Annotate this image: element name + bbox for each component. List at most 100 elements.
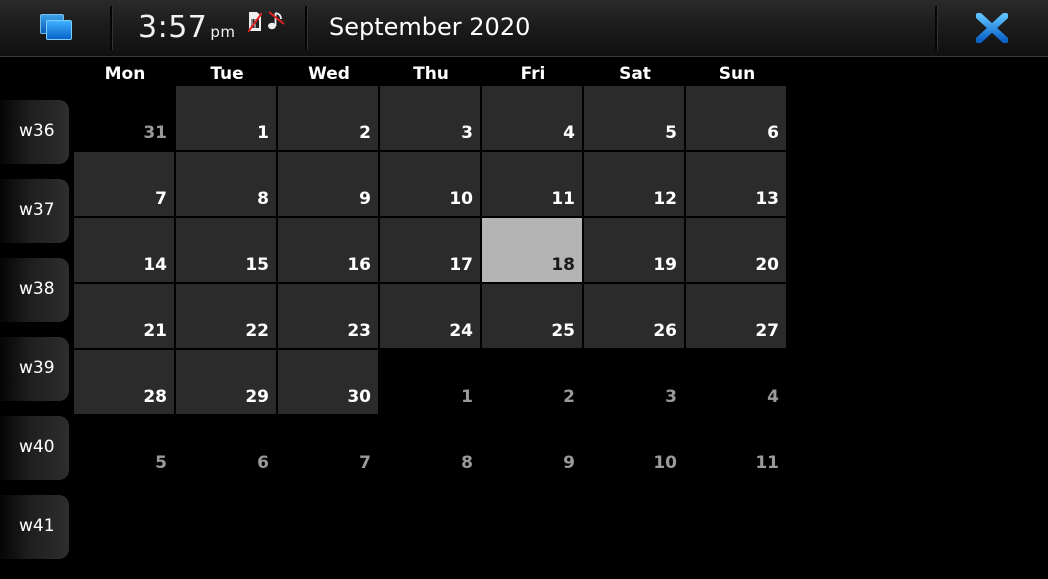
day-number: 6 — [767, 123, 779, 143]
day-number: 15 — [245, 255, 269, 275]
day-number: 10 — [653, 453, 677, 473]
day-cell[interactable]: 26 — [584, 284, 684, 348]
day-cell[interactable]: 5 — [584, 86, 684, 150]
week-button-w39[interactable]: w39 — [0, 337, 69, 401]
week-button-w40[interactable]: w40 — [0, 416, 69, 480]
day-cell[interactable]: 3 — [584, 350, 684, 414]
day-cell[interactable]: 11 — [482, 152, 582, 216]
close-button[interactable] — [966, 8, 1018, 48]
day-number: 31 — [143, 123, 167, 143]
week-button-w37[interactable]: w37 — [0, 179, 69, 243]
day-cell[interactable]: 5 — [74, 416, 174, 480]
day-number: 5 — [665, 123, 677, 143]
day-number: 8 — [461, 453, 473, 473]
day-cell[interactable]: 17 — [380, 218, 480, 282]
day-cell[interactable]: 3 — [380, 86, 480, 150]
divider — [305, 6, 308, 50]
day-number: 9 — [563, 453, 575, 473]
day-number: 1 — [257, 123, 269, 143]
day-cell[interactable]: 1 — [176, 86, 276, 150]
day-cell[interactable]: 15 — [176, 218, 276, 282]
day-cell[interactable]: 20 — [686, 218, 786, 282]
week-label: w41 — [19, 516, 55, 536]
day-cell[interactable]: 25 — [482, 284, 582, 348]
week-button-w38[interactable]: w38 — [0, 258, 69, 322]
day-number: 2 — [359, 123, 371, 143]
day-number: 18 — [551, 255, 575, 275]
day-cell[interactable]: 4 — [686, 350, 786, 414]
day-number: 13 — [755, 189, 779, 209]
day-cell[interactable]: 21 — [74, 284, 174, 348]
day-number: 19 — [653, 255, 677, 275]
day-cell[interactable]: 28 — [74, 350, 174, 414]
day-cell[interactable]: 9 — [278, 152, 378, 216]
day-cell[interactable]: 7 — [74, 152, 174, 216]
month-grid: 31 1 2 3 4 5 6 7 8 9 10 11 12 13 14 15 16 17 18 19 20 21 22 23 2… — [74, 86, 788, 482]
week-label: w36 — [19, 121, 55, 141]
weekday-header-sat: Sat — [619, 64, 651, 84]
week-button-w41[interactable]: w41 — [0, 495, 69, 559]
close-icon — [976, 13, 1008, 43]
day-number: 23 — [347, 321, 371, 341]
day-number: 14 — [143, 255, 167, 275]
music-muted-icon — [268, 11, 285, 30]
month-title[interactable]: September 2020 — [329, 13, 530, 41]
task-switcher-icon[interactable] — [32, 8, 82, 48]
day-cell[interactable]: 24 — [380, 284, 480, 348]
day-number: 16 — [347, 255, 371, 275]
day-number: 6 — [257, 453, 269, 473]
weekday-header-tue: Tue — [210, 64, 244, 84]
weekday-header-sun: Sun — [718, 64, 756, 84]
day-cell[interactable]: 6 — [686, 86, 786, 150]
day-cell[interactable]: 31 — [74, 86, 174, 150]
day-number: 20 — [755, 255, 779, 275]
week-label: w40 — [19, 437, 55, 457]
day-cell[interactable]: 8 — [176, 152, 276, 216]
day-cell[interactable]: 23 — [278, 284, 378, 348]
weekday-header-mon: Mon — [104, 64, 146, 84]
day-number: 9 — [359, 189, 371, 209]
day-cell[interactable]: 12 — [584, 152, 684, 216]
status-indicators[interactable] — [246, 10, 290, 38]
day-number: 24 — [449, 321, 473, 341]
day-cell[interactable]: 10 — [584, 416, 684, 480]
day-number: 25 — [551, 321, 575, 341]
day-number: 7 — [155, 189, 167, 209]
day-number: 3 — [665, 387, 677, 407]
day-number: 5 — [155, 453, 167, 473]
day-number: 12 — [653, 189, 677, 209]
day-number: 4 — [563, 123, 575, 143]
day-cell[interactable]: 30 — [278, 350, 378, 414]
day-cell[interactable]: 29 — [176, 350, 276, 414]
divider — [935, 6, 938, 50]
day-cell[interactable]: 8 — [380, 416, 480, 480]
day-cell[interactable]: 22 — [176, 284, 276, 348]
week-label: w38 — [19, 279, 55, 299]
day-cell[interactable]: 11 — [686, 416, 786, 480]
day-number: 30 — [347, 387, 371, 407]
day-cell[interactable]: 16 — [278, 218, 378, 282]
weekday-header-fri: Fri — [520, 64, 546, 84]
day-cell[interactable]: 2 — [278, 86, 378, 150]
day-cell[interactable]: 19 — [584, 218, 684, 282]
divider — [110, 6, 113, 50]
day-cell[interactable]: 10 — [380, 152, 480, 216]
day-number: 28 — [143, 387, 167, 407]
day-cell[interactable]: 13 — [686, 152, 786, 216]
day-cell[interactable]: 7 — [278, 416, 378, 480]
day-number: 27 — [755, 321, 779, 341]
clock-ampm: pm — [210, 23, 236, 41]
weekday-header-wed: Wed — [308, 64, 350, 84]
day-cell[interactable]: 2 — [482, 350, 582, 414]
day-cell[interactable]: 4 — [482, 86, 582, 150]
switcher-front-window — [46, 20, 72, 40]
day-cell[interactable]: 27 — [686, 284, 786, 348]
day-cell[interactable]: 6 — [176, 416, 276, 480]
day-cell[interactable]: 9 — [482, 416, 582, 480]
day-cell-today[interactable]: 18 — [482, 218, 582, 282]
status-clock[interactable]: 3:57 pm — [138, 10, 236, 45]
day-cell[interactable]: 1 — [380, 350, 480, 414]
day-number: 21 — [143, 321, 167, 341]
day-cell[interactable]: 14 — [74, 218, 174, 282]
week-button-w36[interactable]: w36 — [0, 100, 69, 164]
